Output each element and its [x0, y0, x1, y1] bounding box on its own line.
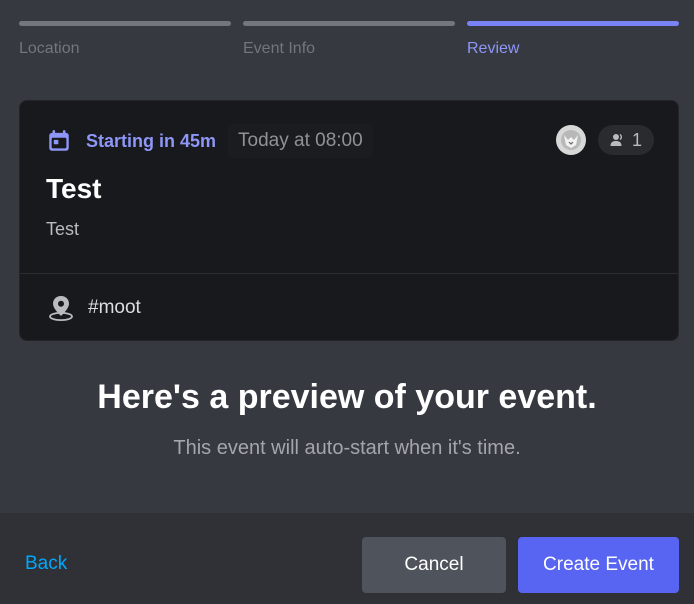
step-event-info-label: Event Info	[243, 40, 316, 57]
step-review-bar	[467, 21, 679, 26]
event-time: Today at 08:00	[228, 124, 373, 158]
step-review-label: Review	[467, 40, 520, 57]
event-status: Starting in 45m	[86, 130, 217, 151]
step-location-label: Location	[19, 40, 80, 57]
step-location-bar	[19, 21, 231, 26]
interested-count: 1	[631, 129, 642, 150]
event-location: #moot	[88, 297, 141, 318]
interested-count-badge[interactable]: 1	[597, 125, 654, 155]
preview-headline: Here's a preview of your event.	[97, 378, 597, 416]
back-button[interactable]: Back	[25, 553, 67, 575]
progress-steps: Location Event Info Review	[19, 21, 679, 58]
step-location: Location	[19, 21, 231, 58]
step-event-info: Event Info	[243, 21, 455, 58]
person-icon	[610, 133, 622, 146]
event-title: Test	[46, 173, 102, 204]
preview-subline: This event will auto-start when it's tim…	[173, 437, 521, 459]
modal-footer: Back Cancel Create Event	[0, 513, 694, 604]
event-location-row: #moot	[20, 274, 678, 342]
event-description: Test	[46, 219, 80, 239]
avatar-image-icon	[560, 130, 581, 150]
avatar[interactable]	[555, 125, 586, 155]
step-review: Review	[467, 21, 679, 58]
create-event-button[interactable]: Create Event	[518, 537, 679, 593]
cancel-button[interactable]: Cancel	[362, 537, 506, 593]
location-pin-icon	[49, 296, 73, 321]
event-preview-card: Starting in 45m Today at 08:00 1 Test Te…	[19, 100, 679, 341]
step-event-info-bar	[243, 21, 455, 26]
calendar-icon	[49, 130, 69, 151]
